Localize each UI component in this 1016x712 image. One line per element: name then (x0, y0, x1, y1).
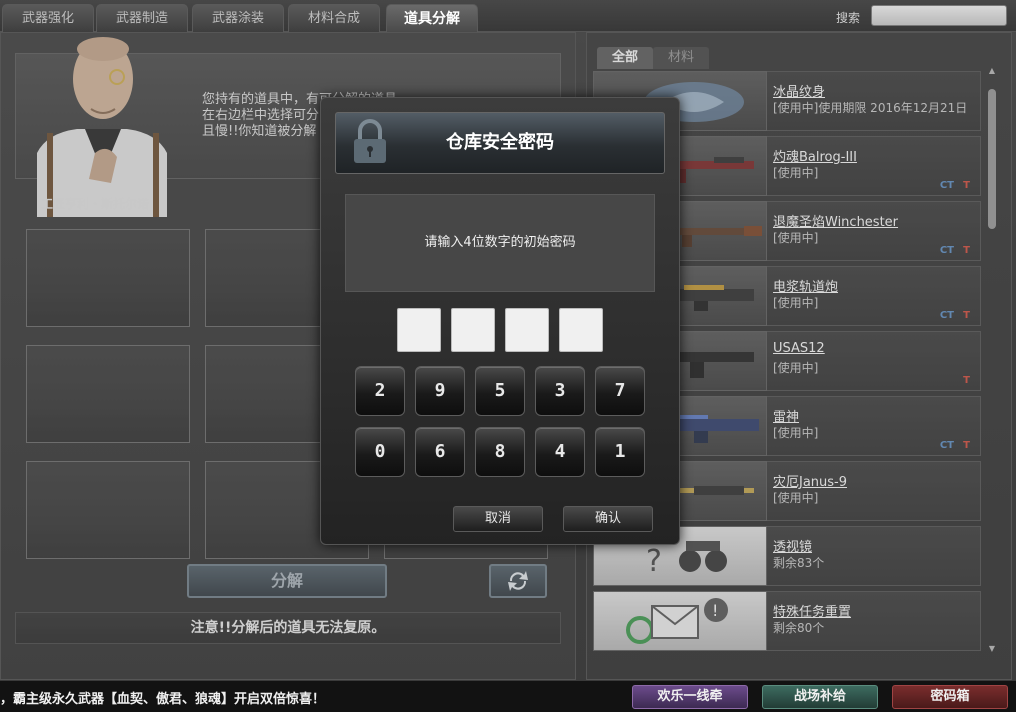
lock-icon (354, 119, 386, 163)
tab-item-decompose[interactable]: 道具分解 (386, 4, 478, 32)
search-input[interactable] (871, 5, 1007, 26)
dialog-message: 请输入4位数字的初始密码 (345, 194, 655, 292)
keypad-key[interactable]: 8 (475, 427, 525, 477)
confirm-button[interactable]: 确认 (563, 506, 653, 532)
announcement-ticker: ，霸主级永久武器【血契、傲君、狼魂】开启双倍惊喜！ (0, 692, 326, 707)
keypad-key[interactable]: 4 (535, 427, 585, 477)
pin-digit-input[interactable] (451, 308, 495, 352)
dialog-header: 仓库安全密码 (335, 112, 665, 174)
keypad-key[interactable]: 3 (535, 366, 585, 416)
app-window: 武器强化 武器制造 武器涂装 材料合成 道具分解 搜索 您持有的道具中，有可分解… (0, 0, 1016, 712)
tab-weapon-paint[interactable]: 武器涂装 (192, 4, 284, 32)
tab-weapon-craft[interactable]: 武器制造 (96, 4, 188, 32)
cancel-button[interactable]: 取消 (453, 506, 543, 532)
pin-digit-input[interactable] (397, 308, 441, 352)
tab-weapon-enhance[interactable]: 武器强化 (2, 4, 94, 32)
keypad-key[interactable]: 6 (415, 427, 465, 477)
pin-digit-input[interactable] (505, 308, 549, 352)
dialog-title: 仓库安全密码 (446, 132, 554, 153)
pin-digit-input[interactable] (559, 308, 603, 352)
bottom-bar: ，霸主级永久武器【血契、傲君、狼魂】开启双倍惊喜！ 欢乐一线牵 战场补给 密码箱 (0, 680, 1016, 712)
keypad-key[interactable]: 7 (595, 366, 645, 416)
keypad-key[interactable]: 0 (355, 427, 405, 477)
keypad-key[interactable]: 2 (355, 366, 405, 416)
search-label: 搜索 (836, 11, 861, 25)
keypad-key[interactable]: 9 (415, 366, 465, 416)
keypad-key[interactable]: 1 (595, 427, 645, 477)
battlefield-supply-button[interactable]: 战场补给 (762, 685, 878, 709)
happy-link-button[interactable]: 欢乐一线牵 (632, 685, 748, 709)
tab-material-synthesis[interactable]: 材料合成 (288, 4, 380, 32)
keypad-key[interactable]: 5 (475, 366, 525, 416)
password-box-button[interactable]: 密码箱 (892, 685, 1008, 709)
tab-bar: 武器强化 武器制造 武器涂装 材料合成 道具分解 搜索 (0, 0, 1016, 32)
security-password-dialog: 仓库安全密码 请输入4位数字的初始密码 2 9 5 3 7 0 6 8 4 1 … (320, 97, 680, 545)
